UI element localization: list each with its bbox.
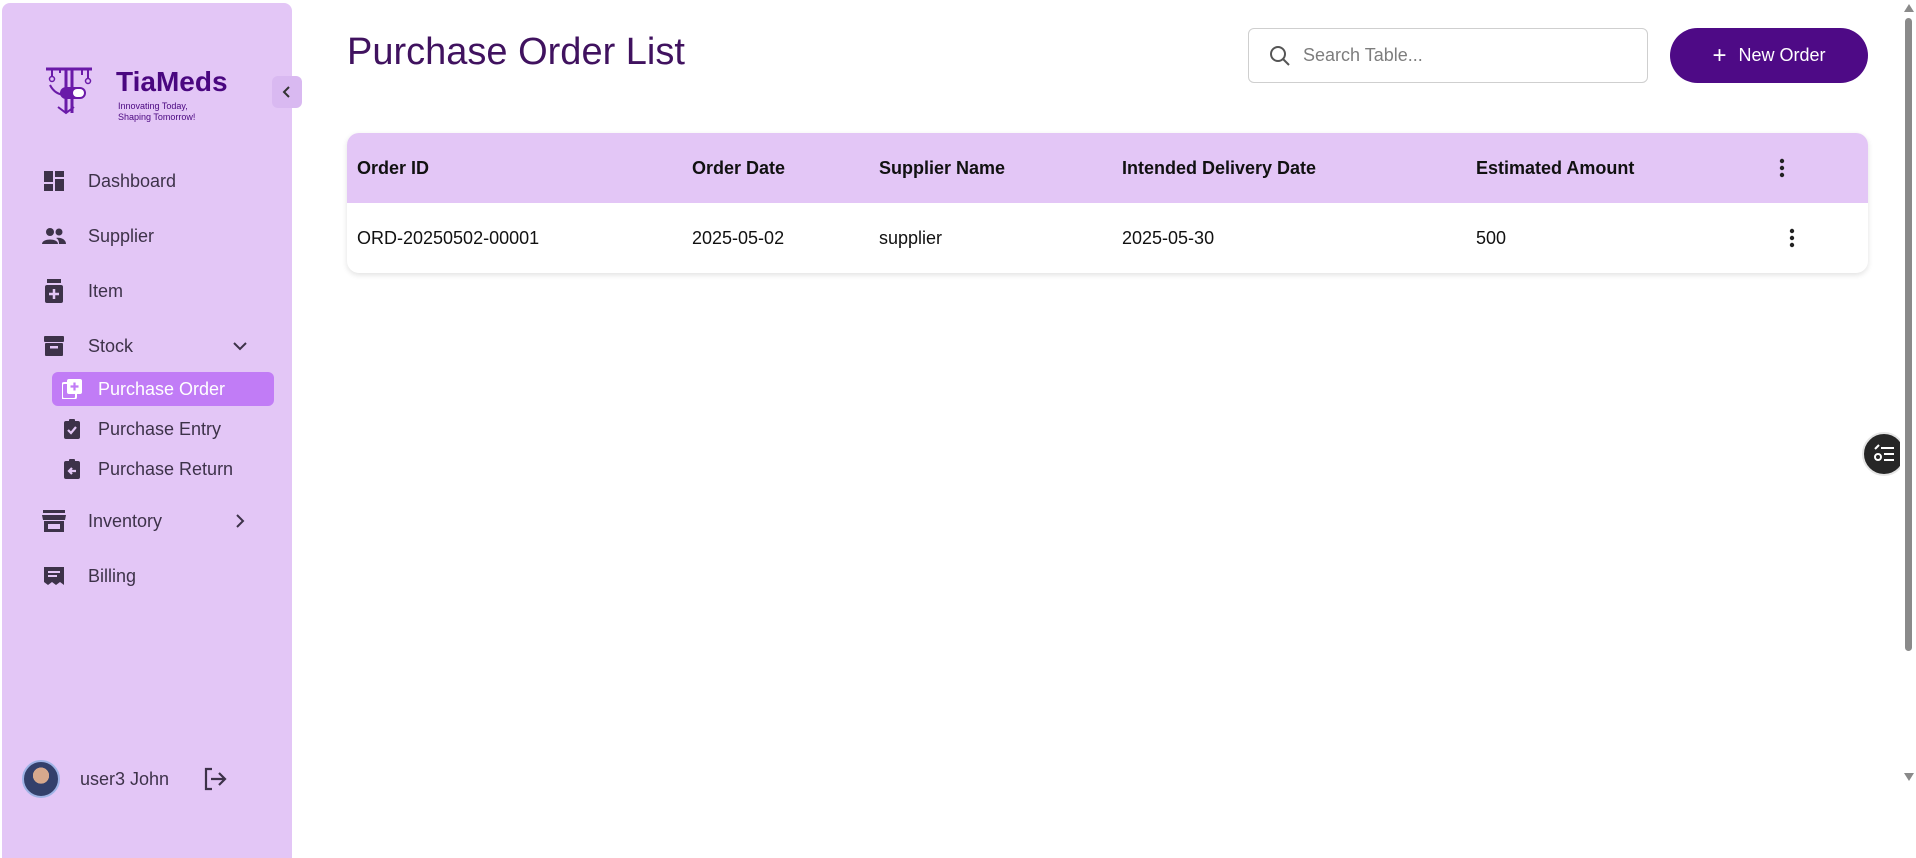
sidebar-subitem-purchase-order[interactable]: Purchase Order — [52, 372, 274, 406]
chevron-left-icon — [282, 86, 290, 98]
column-menu-kebab-icon[interactable] — [1770, 156, 1794, 180]
sidebar-subitem-label: Purchase Return — [98, 458, 234, 479]
new-order-button[interactable]: + New Order — [1670, 28, 1868, 83]
sidebar-item-label: Supplier — [88, 225, 155, 246]
brand-name: TiaMeds — [116, 66, 228, 97]
column-header-order-date[interactable]: Order Date — [692, 133, 785, 203]
column-header-estimated-amount[interactable]: Estimated Amount — [1476, 133, 1634, 203]
column-header-order-id[interactable]: Order ID — [357, 133, 429, 203]
page-scrollbar[interactable] — [1900, 0, 1916, 858]
user-profile: user3 John — [22, 760, 229, 798]
sidebar-item-label: Billing — [88, 565, 137, 586]
chevron-down-icon — [233, 342, 247, 351]
sidebar-item-item[interactable]: Item — [42, 273, 262, 309]
toggle-list-icon — [1874, 444, 1894, 461]
avatar[interactable] — [22, 760, 60, 798]
scroll-up-arrow-icon[interactable] — [1904, 4, 1914, 12]
archive-box-icon — [42, 334, 66, 358]
receipt-icon — [42, 564, 66, 588]
row-actions-kebab-icon[interactable] — [1780, 226, 1804, 250]
sidebar-item-label: Dashboard — [88, 170, 177, 191]
sidebar-item-label: Item — [88, 280, 124, 301]
clipboard-check-icon — [62, 419, 82, 439]
cell-estimated-amount: 500 — [1476, 227, 1507, 248]
column-header-supplier-name[interactable]: Supplier Name — [879, 133, 1005, 203]
tiameds-logo-icon — [46, 67, 92, 115]
page-title: Purchase Order List — [347, 31, 685, 73]
plus-icon: + — [1712, 41, 1727, 69]
sidebar-subitem-label: Purchase Entry — [98, 418, 222, 439]
sidebar-item-supplier[interactable]: Supplier — [42, 218, 262, 254]
new-order-label: New Order — [1738, 45, 1826, 65]
medicine-bottle-icon — [42, 279, 66, 303]
sidebar-subitem-label: Purchase Order — [98, 378, 226, 399]
collapse-sidebar-button[interactable] — [272, 76, 302, 108]
sidebar-item-billing[interactable]: Billing — [42, 558, 262, 594]
chevron-right-icon — [236, 514, 245, 528]
sidebar-item-dashboard[interactable]: Dashboard — [42, 163, 262, 199]
scroll-down-arrow-icon[interactable] — [1904, 773, 1914, 781]
column-header-delivery-date[interactable]: Intended Delivery Date — [1122, 133, 1316, 203]
sidebar: TiaMeds Innovating Today, Shaping Tomorr… — [2, 3, 302, 858]
search-box — [1248, 28, 1648, 83]
add-to-queue-icon — [62, 379, 82, 399]
cell-order-date: 2025-05-02 — [692, 227, 785, 248]
search-icon — [1270, 45, 1290, 66]
people-icon — [42, 224, 66, 248]
store-icon — [42, 509, 66, 533]
brand-tagline-2: Shaping Tomorrow! — [118, 112, 196, 122]
purchase-order-table: Order ID Order Date Supplier Name Intend… — [347, 133, 1868, 273]
clipboard-return-icon — [62, 459, 82, 479]
sidebar-item-stock[interactable]: Stock — [42, 328, 262, 364]
search-input[interactable] — [1303, 40, 1623, 71]
brand[interactable]: TiaMeds Innovating Today, Shaping Tomorr… — [42, 63, 228, 123]
brand-tagline-1: Innovating Today, — [118, 101, 188, 111]
user-name: user3 John — [80, 768, 170, 789]
logout-icon[interactable] — [201, 765, 229, 793]
sidebar-subitem-purchase-entry[interactable]: Purchase Entry — [52, 412, 274, 446]
sidebar-item-inventory[interactable]: Inventory — [42, 503, 262, 539]
dashboard-icon — [42, 169, 66, 193]
sidebar-subitem-purchase-return[interactable]: Purchase Return — [52, 452, 274, 486]
table-header: Order ID Order Date Supplier Name Intend… — [347, 133, 1868, 203]
cell-order-id: ORD-20250502-00001 — [357, 227, 540, 248]
cell-delivery-date: 2025-05-30 — [1122, 227, 1215, 248]
app-root: TiaMeds Innovating Today, Shaping Tomorr… — [0, 0, 1916, 858]
sidebar-item-label: Stock — [88, 335, 134, 356]
sidebar-item-label: Inventory — [88, 510, 163, 531]
table-row[interactable]: ORD-20250502-00001 2025-05-02 supplier 2… — [347, 203, 1868, 273]
scroll-thumb[interactable] — [1905, 18, 1912, 651]
cell-supplier-name: supplier — [879, 227, 943, 248]
